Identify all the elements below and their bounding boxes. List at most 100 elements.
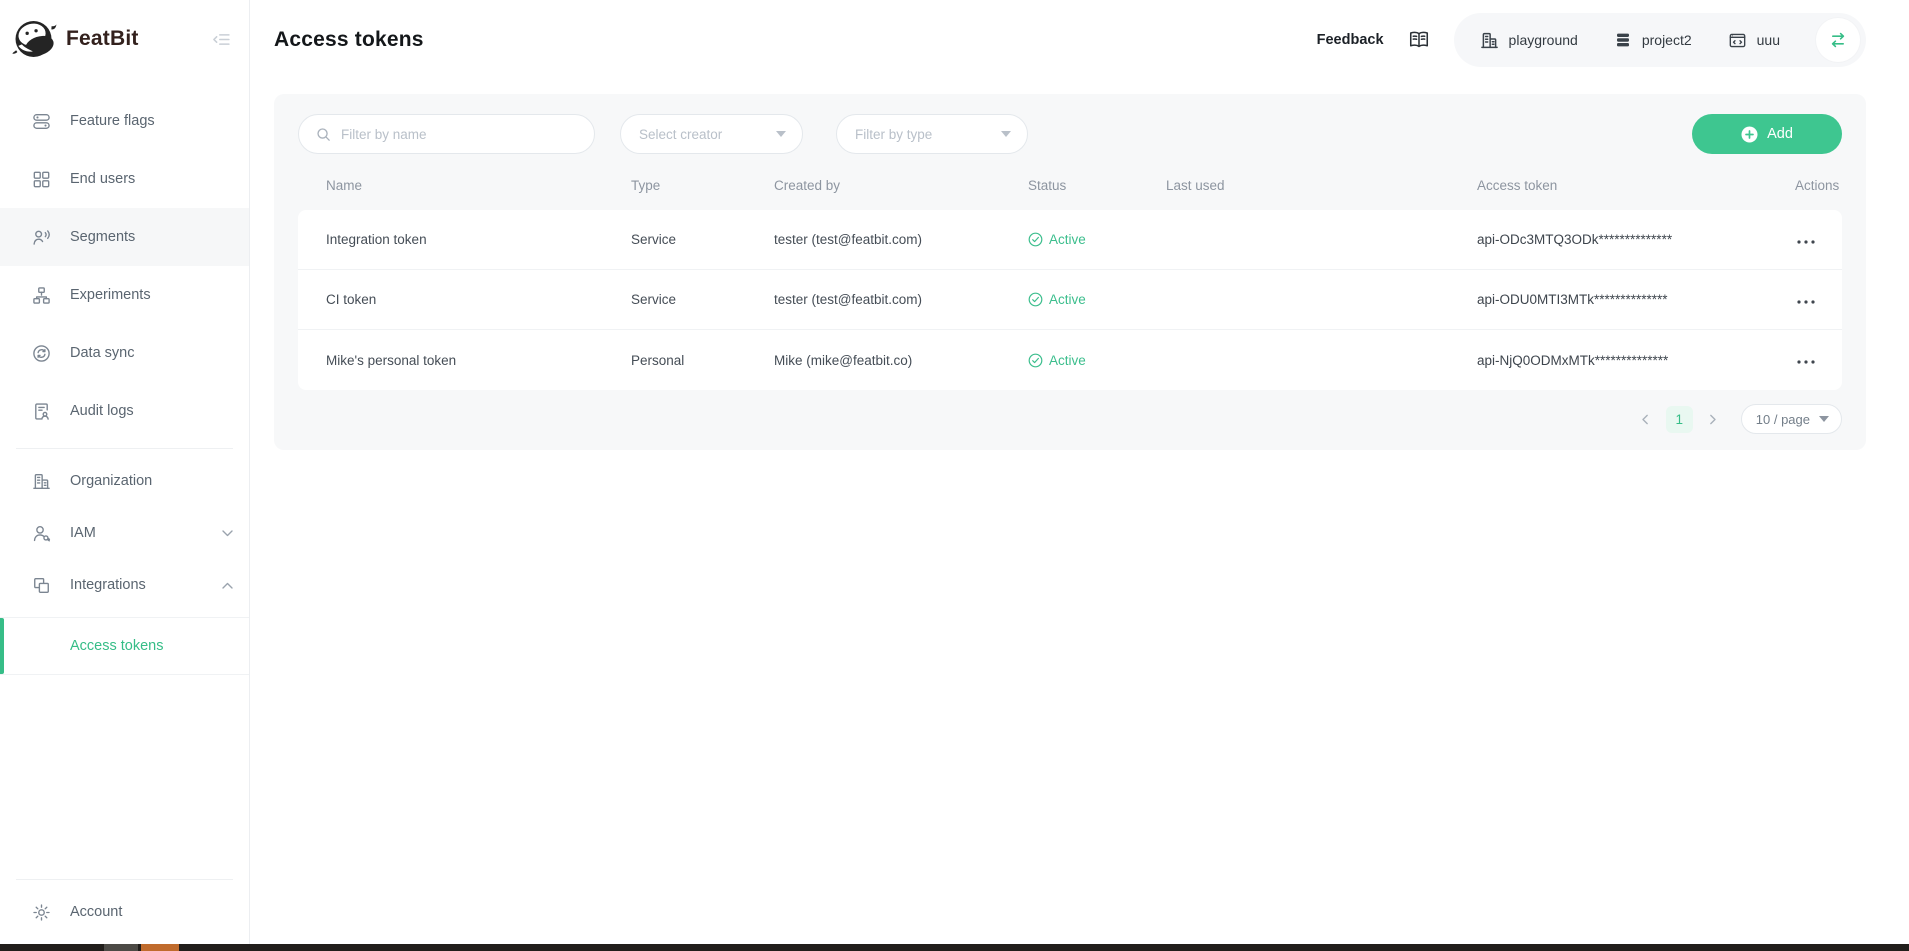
topbar-right: Feedback playground project2 uuu bbox=[1317, 13, 1866, 67]
sidebar-item-account[interactable]: Account bbox=[0, 880, 249, 944]
cell-status: Active bbox=[1028, 292, 1166, 307]
sidebar-item-experiments[interactable]: Experiments bbox=[0, 266, 249, 324]
add-token-button[interactable]: Add bbox=[1692, 114, 1842, 154]
access-tokens-panel: Select creator Filter by type Add NameTy… bbox=[274, 94, 1866, 450]
switch-context-button[interactable] bbox=[1816, 18, 1860, 62]
experiments-icon bbox=[32, 286, 51, 305]
segments-icon bbox=[32, 228, 51, 247]
sidebar-item-label: Account bbox=[70, 904, 122, 920]
add-button-label: Add bbox=[1767, 126, 1793, 142]
feedback-link[interactable]: Feedback bbox=[1317, 32, 1384, 48]
column-header-access-token: Access token bbox=[1477, 178, 1795, 193]
page-size-select[interactable]: 10 / page bbox=[1741, 404, 1842, 434]
cell-created-by: Mike (mike@featbit.co) bbox=[774, 353, 1028, 368]
sidebar-item-integrations[interactable]: Integrations bbox=[0, 559, 249, 611]
sidebar-item-label: Organization bbox=[70, 473, 152, 489]
status-badge: Active bbox=[1049, 353, 1086, 368]
cell-created-by: tester (test@featbit.com) bbox=[774, 292, 1028, 307]
check-circle-icon bbox=[1028, 292, 1043, 307]
context-item-label: uuu bbox=[1757, 32, 1780, 48]
taskbar-segment bbox=[141, 944, 179, 951]
context-item-playground[interactable]: playground bbox=[1480, 31, 1578, 50]
search-icon bbox=[315, 126, 332, 143]
column-header-name: Name bbox=[326, 178, 631, 193]
cell-actions bbox=[1795, 292, 1842, 308]
type-filter-select[interactable]: Filter by type bbox=[836, 114, 1028, 154]
column-header-created-by: Created by bbox=[774, 178, 1028, 193]
chevron-down-icon bbox=[222, 530, 233, 537]
brand-name: FeatBit bbox=[66, 27, 139, 51]
sidebar-item-data-sync[interactable]: Data sync bbox=[0, 324, 249, 382]
row-actions-button[interactable] bbox=[1795, 236, 1817, 248]
status-badge: Active bbox=[1049, 292, 1086, 307]
sidebar-item-end-users[interactable]: End users bbox=[0, 150, 249, 208]
context-item-uuu[interactable]: uuu bbox=[1728, 31, 1780, 50]
project-stack-icon bbox=[1614, 31, 1632, 49]
context-item-label: project2 bbox=[1642, 32, 1692, 48]
cell-name: Integration token bbox=[326, 232, 631, 247]
sidebar-menu-primary: Feature flags End users Segments Experiment… bbox=[0, 78, 249, 440]
filter-row: Select creator Filter by type Add bbox=[298, 114, 1842, 154]
gear-icon bbox=[32, 903, 51, 922]
caret-down-icon bbox=[1001, 131, 1011, 137]
account-section: Account bbox=[0, 879, 249, 944]
cell-type: Service bbox=[631, 232, 774, 247]
table-row: CI tokenServicetester (test@featbit.com)… bbox=[298, 270, 1842, 330]
sidebar-item-feature-flags[interactable]: Feature flags bbox=[0, 92, 249, 150]
data-sync-icon bbox=[32, 344, 51, 363]
organization-dark-icon bbox=[1480, 31, 1499, 50]
swap-icon bbox=[1828, 30, 1848, 50]
row-actions-button[interactable] bbox=[1795, 356, 1817, 368]
sidebar-item-label: Access tokens bbox=[70, 638, 164, 654]
taskbar-strip bbox=[0, 944, 1909, 951]
cell-actions bbox=[1795, 232, 1842, 248]
sidebar-item-label: End users bbox=[70, 171, 135, 187]
audit-logs-icon bbox=[32, 402, 51, 421]
cell-access-token: api-ODc3MTQ3ODk************** bbox=[1477, 232, 1795, 247]
integrations-icon bbox=[32, 576, 51, 595]
integrations-submenu: Access tokens bbox=[0, 617, 249, 675]
sidebar-item-label: Feature flags bbox=[70, 113, 155, 129]
cell-access-token: api-NjQ0ODMxMTk************** bbox=[1477, 353, 1795, 368]
table-body: Integration tokenService tester (test@fea… bbox=[298, 210, 1842, 390]
column-header-type: Type bbox=[631, 178, 774, 193]
sidebar-item-iam[interactable]: IAM bbox=[0, 507, 249, 559]
row-actions-button[interactable] bbox=[1795, 296, 1817, 308]
cell-access-token: api-ODU0MTI3MTk************** bbox=[1477, 292, 1795, 307]
cell-name: Mike's personal token bbox=[326, 353, 631, 368]
check-circle-icon bbox=[1028, 353, 1043, 368]
context-switcher: playground project2 uuu bbox=[1454, 13, 1866, 67]
plus-icon bbox=[1741, 126, 1758, 143]
tokens-table: NameTypeCreated byStatusLast usedAccess … bbox=[298, 160, 1842, 390]
check-circle-icon bbox=[1028, 232, 1043, 247]
collapse-sidebar-button[interactable] bbox=[212, 30, 231, 49]
book-icon[interactable] bbox=[1408, 29, 1430, 51]
creator-filter-select[interactable]: Select creator bbox=[620, 114, 803, 154]
prev-page-button[interactable] bbox=[1634, 407, 1658, 431]
table-row: Integration tokenServicetester (test@fea… bbox=[298, 210, 1842, 270]
featbit-logo-icon bbox=[12, 18, 57, 60]
column-header-last-used: Last used bbox=[1166, 178, 1477, 193]
sidebar-item-segments[interactable]: Segments bbox=[0, 208, 249, 266]
table-header: NameTypeCreated byStatusLast usedAccess … bbox=[298, 160, 1842, 210]
page-size-label: 10 / page bbox=[1756, 412, 1810, 427]
feature-flags-icon bbox=[32, 112, 51, 131]
name-filter-input[interactable] bbox=[341, 127, 580, 142]
sidebar-item-audit-logs[interactable]: Audit logs bbox=[0, 382, 249, 440]
name-filter[interactable] bbox=[298, 114, 595, 154]
sidebar-item-organization[interactable]: Organization bbox=[0, 455, 249, 507]
sidebar-item-label: Integrations bbox=[70, 577, 146, 593]
iam-icon bbox=[32, 524, 51, 543]
creator-filter-placeholder: Select creator bbox=[639, 127, 766, 142]
end-users-icon bbox=[32, 170, 51, 189]
logo-row: FeatBit bbox=[0, 0, 249, 78]
next-page-button[interactable] bbox=[1701, 407, 1725, 431]
sidebar-item-label: Audit logs bbox=[70, 403, 134, 419]
organization-icon bbox=[32, 472, 51, 491]
sidebar-item-access-tokens[interactable]: Access tokens bbox=[0, 618, 249, 674]
context-item-project2[interactable]: project2 bbox=[1614, 31, 1692, 49]
cell-actions bbox=[1795, 352, 1842, 368]
current-page[interactable]: 1 bbox=[1666, 406, 1693, 433]
sidebar-item-label: Experiments bbox=[70, 287, 151, 303]
cell-status: Active bbox=[1028, 353, 1166, 368]
